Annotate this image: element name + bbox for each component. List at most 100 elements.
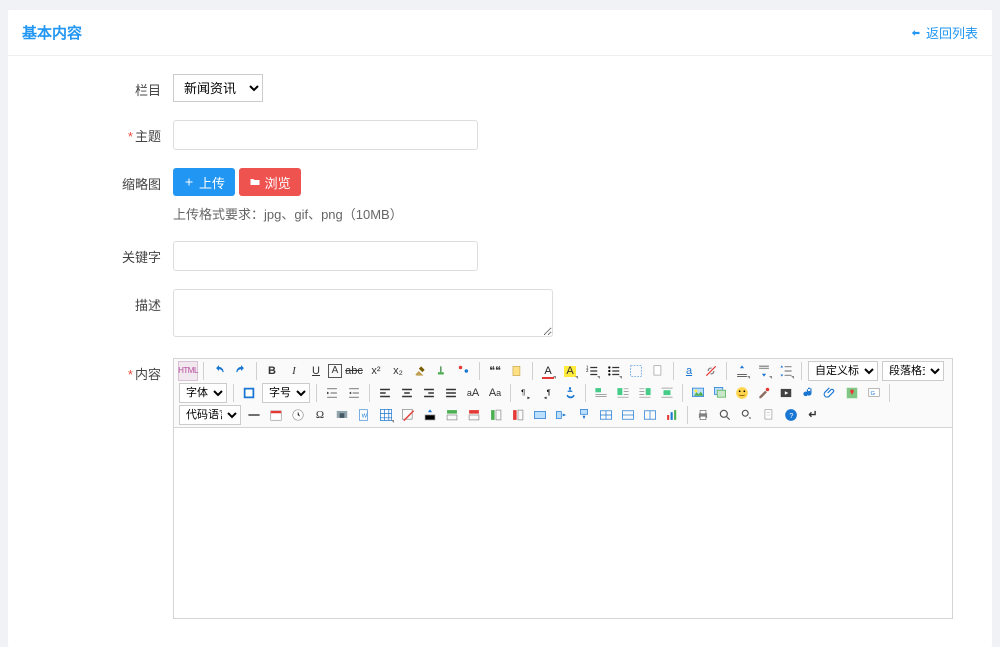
strikethrough-button[interactable]: abc: [344, 361, 364, 381]
imageleft-button[interactable]: [613, 383, 633, 403]
insertorderedlist-button[interactable]: 12: [582, 361, 602, 381]
mergecells-button[interactable]: [530, 405, 550, 425]
superscript-button[interactable]: x²: [366, 361, 386, 381]
blockquote-button[interactable]: ❝❝: [485, 361, 505, 381]
back-link-text: 返回列表: [926, 23, 978, 42]
imageright-button[interactable]: [635, 383, 655, 403]
fontfamily-select[interactable]: 字体: [179, 383, 227, 403]
keyword-input[interactable]: [173, 241, 478, 271]
time-button[interactable]: [288, 405, 308, 425]
upload-button[interactable]: 上传: [173, 168, 235, 196]
fullscreen-button[interactable]: [239, 383, 259, 403]
splittocols-button[interactable]: [640, 405, 660, 425]
searchreplace-button[interactable]: [737, 405, 757, 425]
separator: [726, 362, 727, 380]
indent-button[interactable]: [322, 383, 342, 403]
editor-content-area[interactable]: [174, 428, 952, 618]
mergeright-button[interactable]: [552, 405, 572, 425]
map-button[interactable]: [842, 383, 862, 403]
underline-button[interactable]: U: [306, 361, 326, 381]
insertunorderedlist-button[interactable]: [604, 361, 624, 381]
preview-button[interactable]: [715, 405, 735, 425]
justifyright-button[interactable]: [419, 383, 439, 403]
label-desc: 描述: [28, 289, 173, 314]
autotypeset-button[interactable]: [454, 361, 474, 381]
source-button[interactable]: HTML: [178, 361, 198, 381]
imagecenter-button[interactable]: [657, 383, 677, 403]
bold-button[interactable]: B: [262, 361, 282, 381]
date-button[interactable]: [266, 405, 286, 425]
label-keyword: 关键字: [28, 241, 173, 266]
selectall-button[interactable]: [626, 361, 646, 381]
inserttable-button[interactable]: [376, 405, 396, 425]
rowspacingbottom-button[interactable]: [754, 361, 774, 381]
music-button[interactable]: [798, 383, 818, 403]
customstyle-select[interactable]: 自定义标题: [808, 361, 878, 381]
formatmatch-button[interactable]: [432, 361, 452, 381]
gmap-button[interactable]: G: [864, 383, 884, 403]
simpleupload-button[interactable]: [688, 383, 708, 403]
subscript-button[interactable]: x₂: [388, 361, 408, 381]
directionalityltr-button[interactable]: ¶: [516, 383, 536, 403]
outdent-button[interactable]: [344, 383, 364, 403]
back-to-list-link[interactable]: 返回列表: [909, 23, 978, 42]
justifycenter-button[interactable]: [397, 383, 417, 403]
undo-button[interactable]: [209, 361, 229, 381]
column-select[interactable]: 新闻资讯: [173, 74, 263, 102]
print-button[interactable]: [693, 405, 713, 425]
emotion-button[interactable]: [732, 383, 752, 403]
snapscreen-button[interactable]: [332, 405, 352, 425]
mergedown-button[interactable]: [574, 405, 594, 425]
removeformat-button[interactable]: [410, 361, 430, 381]
insertcode-select[interactable]: 代码语言: [179, 405, 241, 425]
help-button[interactable]: ?: [781, 405, 801, 425]
link-button[interactable]: a: [679, 361, 699, 381]
charts-button[interactable]: [662, 405, 682, 425]
row-thumb: 缩略图 上传 浏览 上传格式要求：jpg、gif、png（10MB）: [28, 168, 972, 223]
lineheight-button[interactable]: [776, 361, 796, 381]
form: 栏目 新闻资讯 *主题 缩略图 上传 浏览: [8, 56, 992, 647]
drafts-button[interactable]: [759, 405, 779, 425]
insertcol-button[interactable]: [486, 405, 506, 425]
spechars-button[interactable]: Ω: [310, 405, 330, 425]
cleardoc-button[interactable]: [648, 361, 668, 381]
tolowercase-button[interactable]: Aa: [485, 383, 505, 403]
separator: [687, 406, 688, 424]
svg-text:¶: ¶: [547, 387, 551, 396]
pasteplain-button[interactable]: [507, 361, 527, 381]
description-textarea[interactable]: [173, 289, 553, 337]
backcolor-button[interactable]: A: [560, 361, 580, 381]
justifyleft-button[interactable]: [375, 383, 395, 403]
scrawl-button[interactable]: [754, 383, 774, 403]
fontborder-button[interactable]: A: [328, 364, 342, 378]
insertvideo-button[interactable]: [776, 383, 796, 403]
deleterow-button[interactable]: [464, 405, 484, 425]
deletetable-button[interactable]: [398, 405, 418, 425]
forecolor-button[interactable]: A: [538, 361, 558, 381]
directionalityrtl-button[interactable]: ¶: [538, 383, 558, 403]
italic-button[interactable]: I: [284, 361, 304, 381]
wordimage-button[interactable]: W: [354, 405, 374, 425]
insertimage-button[interactable]: [710, 383, 730, 403]
splittorows-button[interactable]: [618, 405, 638, 425]
rowspacingtop-button[interactable]: [732, 361, 752, 381]
paragraph-select[interactable]: 段落格式: [882, 361, 944, 381]
subject-input[interactable]: [173, 120, 478, 150]
unlink-button[interactable]: [701, 361, 721, 381]
row-content: *内容 HTML B I U A abc x²: [28, 358, 972, 619]
pagebreak-button[interactable]: ↵: [803, 405, 823, 425]
touppercase-button[interactable]: aA: [463, 383, 483, 403]
deletecol-button[interactable]: [508, 405, 528, 425]
anchor-button[interactable]: [560, 383, 580, 403]
justifyjustify-button[interactable]: [441, 383, 461, 403]
insertparagraphbeforetable-button[interactable]: [420, 405, 440, 425]
redo-button[interactable]: [231, 361, 251, 381]
fontsize-select[interactable]: 字号: [262, 383, 310, 403]
browse-button[interactable]: 浏览: [239, 168, 301, 196]
imagenone-button[interactable]: [591, 383, 611, 403]
attachment-button[interactable]: [820, 383, 840, 403]
separator: [369, 384, 370, 402]
horizontal-button[interactable]: [244, 405, 264, 425]
splittocells-button[interactable]: [596, 405, 616, 425]
insertrow-button[interactable]: [442, 405, 462, 425]
